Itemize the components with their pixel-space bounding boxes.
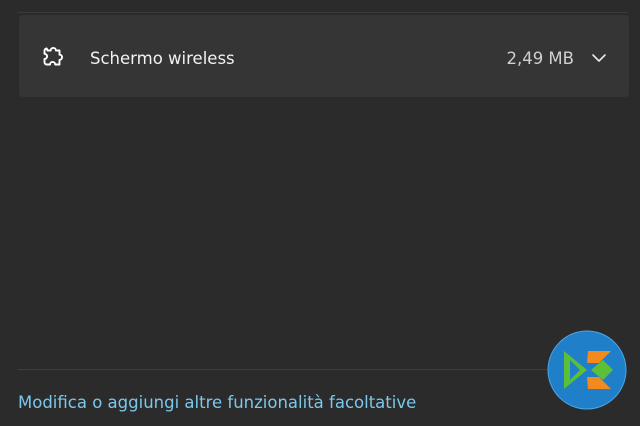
chevron-down-icon[interactable] xyxy=(589,48,609,68)
feature-size: 2,49 MB xyxy=(506,49,574,68)
optional-features-page: Schermo wireless 2,49 MB Modifica o aggi… xyxy=(0,0,640,426)
top-divider xyxy=(18,12,628,13)
watermark-logo xyxy=(547,330,627,410)
bottom-divider xyxy=(18,369,548,370)
add-optional-features-link[interactable]: Modifica o aggiungi altre funzionalità f… xyxy=(18,392,416,414)
feature-name: Schermo wireless xyxy=(90,49,235,68)
puzzle-icon xyxy=(43,47,63,66)
